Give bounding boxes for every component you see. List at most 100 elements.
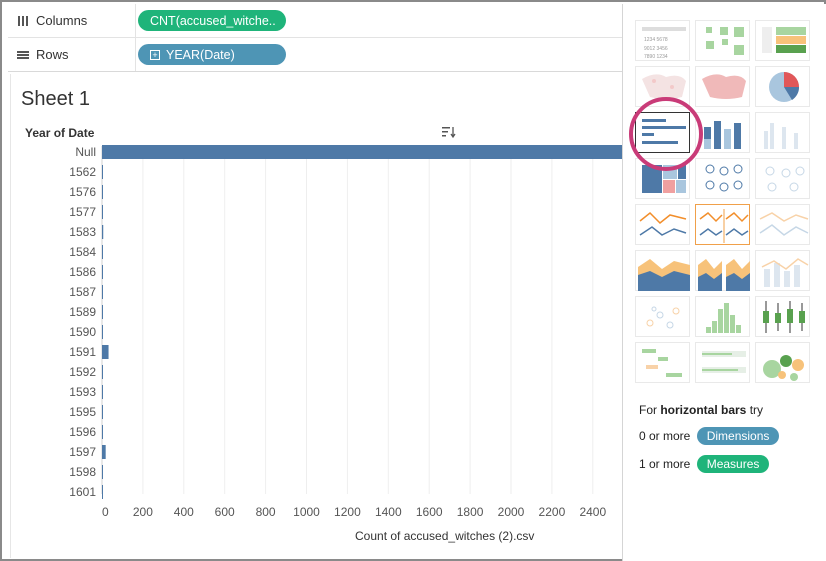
chart-type-side-by-side-bars[interactable] xyxy=(755,112,810,153)
expand-plus-icon[interactable]: + xyxy=(150,49,160,60)
dimensions-requirement: 0 or more Dimensions xyxy=(639,427,780,445)
gantt-chart-icon xyxy=(642,349,682,377)
bar-1577 xyxy=(102,205,103,219)
bar-1583 xyxy=(102,225,104,239)
highlight-table-icon xyxy=(762,27,806,53)
rows-pill[interactable]: + YEAR(Date) xyxy=(138,44,286,65)
bar-chart: 0 200 400 600 800 1000 1200 1400 1600 1800 2000 220… xyxy=(69,145,623,519)
chart-type-circle-view[interactable] xyxy=(695,158,750,199)
bar-1593 xyxy=(102,385,103,399)
bar-1596 xyxy=(102,425,103,439)
chart-type-dual-combination[interactable] xyxy=(755,250,810,291)
y-category-label: 1593 xyxy=(69,385,96,399)
y-category-label: 1592 xyxy=(69,365,96,379)
chart-type-stacked-bars[interactable] xyxy=(695,112,750,153)
measures-count: 1 or more xyxy=(639,457,691,471)
bar-1586 xyxy=(102,265,103,279)
x-tick-label: 600 xyxy=(215,505,235,519)
y-category-label: 1577 xyxy=(69,205,96,219)
x-tick-label: 2200 xyxy=(539,505,566,519)
rows-label-text: Rows xyxy=(36,47,69,62)
columns-icon xyxy=(16,14,30,28)
chart-type-text-table[interactable]: 1234 5678 9012 3456 7890 1234 xyxy=(635,20,690,61)
x-tick-label: 2000 xyxy=(498,505,525,519)
bar-1587 xyxy=(102,285,103,299)
y-category-label: 1598 xyxy=(69,465,96,479)
columns-pill[interactable]: CNT(accused_witche.. xyxy=(138,10,286,31)
x-tick-label: 800 xyxy=(256,505,276,519)
chart-type-packed-bubbles[interactable] xyxy=(755,342,810,383)
measures-requirement: 1 or more Measures xyxy=(639,455,770,473)
y-category-label: 1601 xyxy=(69,485,96,499)
bar-1584 xyxy=(102,245,103,259)
chart-type-filled-map[interactable] xyxy=(695,66,750,107)
chart-type-horizontal-bars[interactable] xyxy=(635,112,690,153)
columns-shelf[interactable]: Columns CNT(accused_witche.. xyxy=(8,4,622,38)
histogram-icon xyxy=(706,303,741,333)
x-tick-label: 1600 xyxy=(416,505,443,519)
side-by-side-bars-icon xyxy=(764,123,798,149)
dual-lines-icon xyxy=(759,212,809,236)
y-category-label: 1586 xyxy=(69,265,96,279)
chart-type-side-by-side-circles[interactable] xyxy=(755,158,810,199)
svg-text:9012 3456: 9012 3456 xyxy=(644,46,668,52)
x-axis-label: Count of accused_witches (2).csv xyxy=(355,529,535,543)
box-whisker-icon xyxy=(763,301,805,333)
chart-type-symbol-map[interactable] xyxy=(635,66,690,107)
app-frame: Columns CNT(accused_witche.. Rows + YEAR… xyxy=(0,0,826,561)
dimensions-count: 0 or more xyxy=(639,429,691,443)
area-discrete-icon xyxy=(698,259,750,291)
x-tick-label: 1000 xyxy=(293,505,320,519)
area-continuous-icon xyxy=(638,259,690,291)
x-tick-label: 2400 xyxy=(579,505,606,519)
chart-type-histogram[interactable] xyxy=(695,296,750,337)
chart-type-area-discrete[interactable] xyxy=(695,250,750,291)
bar-1562 xyxy=(102,165,103,179)
y-category-label: 1596 xyxy=(69,425,96,439)
scatter-plot-icon xyxy=(646,306,680,329)
hint-chart-name: horizontal bars xyxy=(660,403,747,417)
lines-discrete-icon xyxy=(699,209,749,243)
y-category-label: 1576 xyxy=(69,185,96,199)
svg-text:1234 5678: 1234 5678 xyxy=(644,37,668,43)
chart-type-lines-continuous[interactable] xyxy=(635,204,690,245)
hint-suffix: try xyxy=(746,403,764,417)
bar-Null xyxy=(102,145,623,159)
chart-type-bullet-graph[interactable] xyxy=(695,342,750,383)
y-category-label: 1591 xyxy=(69,345,96,359)
stacked-bars-icon xyxy=(704,121,741,149)
x-tick-label: 200 xyxy=(133,505,153,519)
show-me-panel: 1234 5678 9012 3456 7890 1234 For horizont… xyxy=(622,4,826,561)
x-tick-label: 400 xyxy=(174,505,194,519)
chart-type-box-whisker[interactable] xyxy=(755,296,810,337)
lines-continuous-icon xyxy=(639,211,687,236)
y-category-label: 1583 xyxy=(69,225,96,239)
chart-type-treemap[interactable] xyxy=(635,158,690,199)
y-category-label: 1587 xyxy=(69,285,96,299)
treemap-icon xyxy=(642,165,686,193)
y-category-label: 1562 xyxy=(69,165,96,179)
side-by-side-circles-icon xyxy=(765,166,805,192)
chart-type-dual-lines[interactable] xyxy=(755,204,810,245)
chart-type-pie-chart[interactable] xyxy=(755,66,810,107)
chart-type-gantt-chart[interactable] xyxy=(635,342,690,383)
bar-1595 xyxy=(102,405,103,419)
svg-text:7890 1234: 7890 1234 xyxy=(644,54,668,60)
symbol-map-icon xyxy=(642,74,686,99)
bar-1589 xyxy=(102,305,103,319)
x-tick-label: 1400 xyxy=(375,505,402,519)
y-category-label: Null xyxy=(75,145,96,159)
chart-type-scatter-plot[interactable] xyxy=(635,296,690,337)
chart-type-area-continuous[interactable] xyxy=(635,250,690,291)
bar-1601 xyxy=(102,485,103,499)
heat-map-icon xyxy=(706,27,744,55)
chart-type-highlight-table[interactable] xyxy=(755,20,810,61)
hint-prefix: For xyxy=(639,403,661,417)
chart-type-heat-map[interactable] xyxy=(695,20,750,61)
rows-icon xyxy=(16,48,30,62)
chart-type-lines-discrete[interactable] xyxy=(695,204,750,245)
measures-tag: Measures xyxy=(696,455,770,473)
text-table-icon: 1234 5678 9012 3456 7890 1234 xyxy=(642,27,686,60)
dual-combination-icon xyxy=(761,258,809,287)
rows-shelf[interactable]: Rows + YEAR(Date) xyxy=(8,38,622,72)
